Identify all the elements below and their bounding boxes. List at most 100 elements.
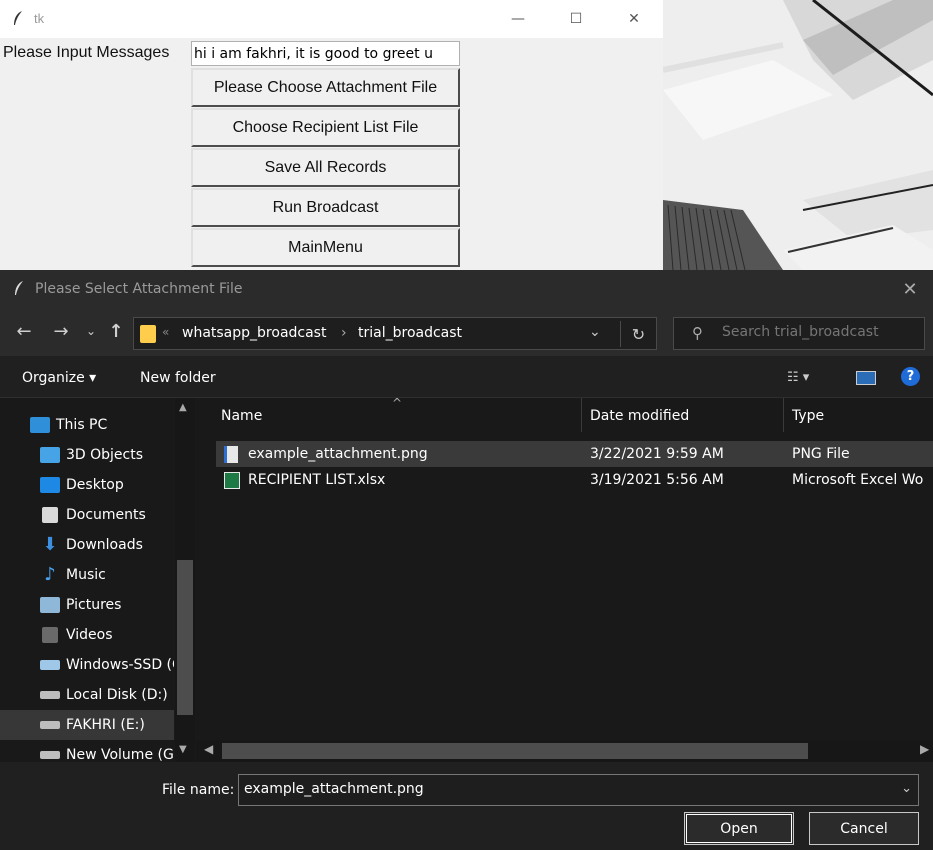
file-date: 3/22/2021 9:59 AM [590,446,724,462]
column-divider[interactable] [783,398,784,432]
view-options-icon[interactable]: ☷ ▾ [787,370,809,385]
file-name-input[interactable] [244,781,884,797]
new-folder-button[interactable]: New folder [140,370,216,386]
navigation-pane: This PC 3D Objects Desktop Documents ⬇ D… [0,398,196,762]
sidebar-item-label: New Volume (G: [66,747,174,762]
file-name: RECIPIENT LIST.xlsx [248,472,386,488]
sidebar-item-pictures[interactable]: Pictures [0,590,174,620]
drive-icon [40,691,60,699]
file-type: Microsoft Excel Wo [792,472,924,488]
search-box[interactable]: ⚲ [673,317,925,350]
run-broadcast-button[interactable]: Run Broadcast [191,188,460,227]
address-dropdown-icon[interactable]: ⌄ [589,324,601,340]
breadcrumb-item[interactable]: whatsapp_broadcast [182,325,326,341]
main-menu-button[interactable]: MainMenu [191,228,460,267]
sidebar-item-music[interactable]: ♪ Music [0,560,174,590]
file-list: Name ^ Date modified Type example_attach… [196,398,933,762]
column-header-name[interactable]: Name [221,408,262,424]
recent-locations-icon[interactable]: ⌄ [78,318,104,344]
feather-icon [13,280,25,300]
music-icon: ♪ [44,564,56,585]
drive-icon [40,751,60,759]
file-row[interactable]: RECIPIENT LIST.xlsx 3/19/2021 5:56 AM Mi… [216,467,933,493]
sidebar-item-label: Pictures [66,597,122,613]
message-input[interactable] [191,41,460,66]
excel-file-icon [224,472,240,489]
minimize-button[interactable]: — [489,0,547,38]
downloads-icon: ⬇ [42,534,58,555]
sidebar-scrollbar[interactable]: ▲ ▼ [175,398,195,762]
organize-button[interactable]: Organize ▾ [22,370,96,386]
tk-titlebar: tk — ☐ ✕ [0,0,663,38]
preview-pane-icon[interactable] [856,371,876,385]
sidebar-item-label: Windows-SSD (C [66,657,174,673]
sidebar-item-label: This PC [56,417,108,433]
open-button[interactable]: Open [684,812,794,845]
cancel-button[interactable]: Cancel [809,812,919,845]
sidebar-item-new-volume-g[interactable]: New Volume (G: [0,740,174,762]
dialog-close-button[interactable]: ✕ [887,270,933,308]
background-photo [663,0,933,270]
sidebar-item-label: Desktop [66,477,124,493]
scroll-right-icon[interactable]: ▶ [920,742,929,756]
scrollbar-thumb[interactable] [222,743,808,759]
save-all-records-button[interactable]: Save All Records [191,148,460,187]
cube-icon [40,447,60,463]
search-icon: ⚲ [692,324,703,342]
sidebar-item-3d-objects[interactable]: 3D Objects [0,440,174,470]
sidebar-item-label: Music [66,567,106,583]
choose-attachment-button[interactable]: Please Choose Attachment File [191,68,460,107]
sidebar-item-label: 3D Objects [66,447,144,463]
maximize-button[interactable]: ☐ [547,0,605,38]
column-header-type[interactable]: Type [792,408,824,424]
file-name-combobox[interactable]: ⌄ [238,774,919,806]
scrollbar-thumb[interactable] [177,560,193,715]
file-name-label: File name: [162,782,235,798]
dialog-title: Please Select Attachment File [35,281,243,297]
dialog-toolbar: Organize ▾ New folder ☷ ▾ ? [0,356,933,398]
sidebar-item-this-pc[interactable]: This PC [0,410,174,440]
forward-arrow-icon[interactable]: → [48,318,74,344]
sidebar-item-label: Documents [66,507,146,523]
sort-ascending-icon: ^ [392,398,403,410]
scroll-down-icon[interactable]: ▼ [179,744,187,755]
file-dialog: Please Select Attachment File ✕ ← → ⌄ ↑ … [0,270,933,850]
column-divider[interactable] [581,398,582,432]
scroll-up-icon[interactable]: ▲ [179,402,187,413]
drive-windows-icon [40,660,60,670]
png-file-icon [224,446,238,463]
refresh-icon[interactable]: ↻ [620,321,656,347]
sidebar-item-label: FAKHRI (E:) [66,717,145,733]
back-arrow-icon[interactable]: ← [11,318,37,344]
search-input[interactable] [722,324,918,340]
file-row[interactable]: example_attachment.png 3/22/2021 9:59 AM… [216,441,933,467]
sidebar-item-local-disk-d[interactable]: Local Disk (D:) [0,680,174,710]
pc-icon [30,417,50,433]
tk-window: tk — ☐ ✕ Please Input Messages Please Ch… [0,0,663,270]
breadcrumb-overflow-icon[interactable]: « [162,325,169,339]
sidebar-item-desktop[interactable]: Desktop [0,470,174,500]
file-name: example_attachment.png [248,446,428,462]
breadcrumb-item[interactable]: trial_broadcast [358,325,462,341]
pictures-icon [40,597,60,613]
sidebar-item-windows-ssd[interactable]: Windows-SSD (C [0,650,174,680]
sidebar-item-fakhri-e[interactable]: FAKHRI (E:) [0,710,174,740]
chevron-down-icon[interactable]: ⌄ [901,781,912,796]
dialog-titlebar: Please Select Attachment File ✕ [0,270,933,308]
help-icon[interactable]: ? [901,367,920,386]
choose-recipient-list-button[interactable]: Choose Recipient List File [191,108,460,147]
sidebar-item-videos[interactable]: Videos [0,620,174,650]
close-button[interactable]: ✕ [605,0,663,38]
column-header-date-modified[interactable]: Date modified [590,408,689,424]
file-list-scrollbar[interactable]: ◀ ▶ [196,740,933,762]
sidebar-item-downloads[interactable]: ⬇ Downloads [0,530,174,560]
navigation-bar: ← → ⌄ ↑ « whatsapp_broadcast › trial_bro… [0,308,933,356]
up-arrow-icon[interactable]: ↑ [103,318,129,344]
usb-drive-icon [40,721,60,729]
sidebar-item-documents[interactable]: Documents [0,500,174,530]
file-date: 3/19/2021 5:56 AM [590,472,724,488]
feather-icon [12,10,24,30]
address-bar[interactable]: « whatsapp_broadcast › trial_broadcast ⌄… [133,317,657,350]
scroll-left-icon[interactable]: ◀ [204,742,213,756]
tk-title: tk [34,11,45,26]
